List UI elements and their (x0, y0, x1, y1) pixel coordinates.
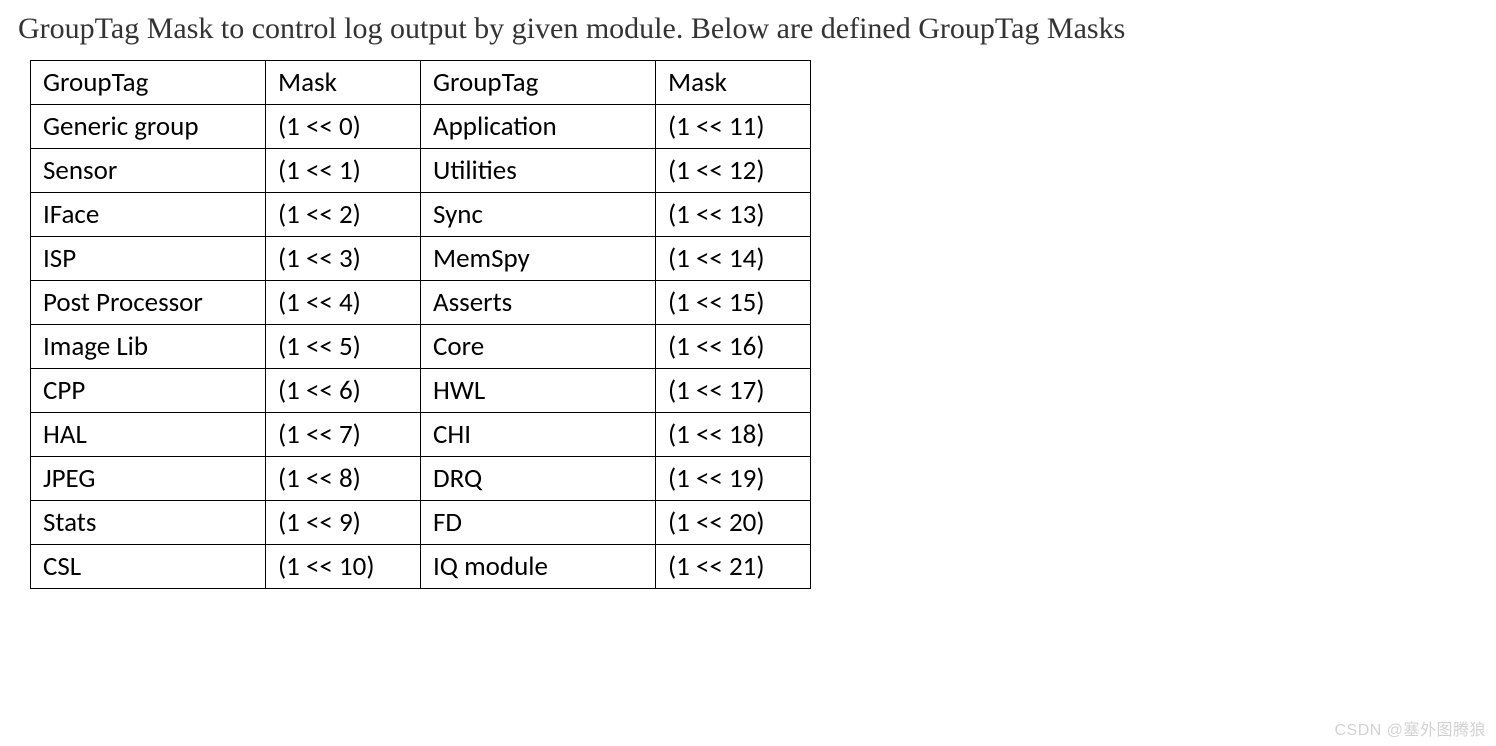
cell-grouptag: CSL (31, 545, 266, 589)
cell-grouptag: Asserts (421, 281, 656, 325)
table-row: CPP (1 << 6) HWL (1 << 17) (31, 369, 811, 413)
cell-grouptag: Generic group (31, 105, 266, 149)
cell-mask: (1 << 18) (656, 413, 811, 457)
table-header-row: GroupTag Mask GroupTag Mask (31, 61, 811, 105)
cell-mask: (1 << 16) (656, 325, 811, 369)
header-cell: Mask (266, 61, 421, 105)
cell-grouptag: Post Processor (31, 281, 266, 325)
cell-mask: (1 << 20) (656, 501, 811, 545)
cell-mask: (1 << 13) (656, 193, 811, 237)
cell-mask: (1 << 6) (266, 369, 421, 413)
cell-grouptag: Stats (31, 501, 266, 545)
cell-mask: (1 << 19) (656, 457, 811, 501)
cell-mask: (1 << 10) (266, 545, 421, 589)
cell-grouptag: CPP (31, 369, 266, 413)
cell-grouptag: MemSpy (421, 237, 656, 281)
cell-grouptag: IQ module (421, 545, 656, 589)
table-row: Generic group (1 << 0) Application (1 <<… (31, 105, 811, 149)
cell-mask: (1 << 12) (656, 149, 811, 193)
table-row: Post Processor (1 << 4) Asserts (1 << 15… (31, 281, 811, 325)
table-row: CSL (1 << 10) IQ module (1 << 21) (31, 545, 811, 589)
cell-mask: (1 << 8) (266, 457, 421, 501)
cell-mask: (1 << 15) (656, 281, 811, 325)
cell-mask: (1 << 14) (656, 237, 811, 281)
cell-mask: (1 << 9) (266, 501, 421, 545)
cell-mask: (1 << 1) (266, 149, 421, 193)
cell-mask: (1 << 17) (656, 369, 811, 413)
table-row: Image Lib (1 << 5) Core (1 << 16) (31, 325, 811, 369)
table-row: ISP (1 << 3) MemSpy (1 << 14) (31, 237, 811, 281)
table-row: JPEG (1 << 8) DRQ (1 << 19) (31, 457, 811, 501)
table-row: Sensor (1 << 1) Utilities (1 << 12) (31, 149, 811, 193)
watermark-text: CSDN @塞外图腾狼 (1334, 716, 1486, 740)
header-cell: GroupTag (31, 61, 266, 105)
cell-mask: (1 << 5) (266, 325, 421, 369)
cell-grouptag: Sensor (31, 149, 266, 193)
cell-grouptag: ISP (31, 237, 266, 281)
cell-grouptag: Core (421, 325, 656, 369)
cell-mask: (1 << 7) (266, 413, 421, 457)
cell-mask: (1 << 2) (266, 193, 421, 237)
cell-mask: (1 << 4) (266, 281, 421, 325)
intro-text: GroupTag Mask to control log output by g… (18, 12, 1478, 46)
cell-mask: (1 << 21) (656, 545, 811, 589)
cell-grouptag: Utilities (421, 149, 656, 193)
table-row: IFace (1 << 2) Sync (1 << 13) (31, 193, 811, 237)
header-cell: Mask (656, 61, 811, 105)
cell-grouptag: DRQ (421, 457, 656, 501)
cell-grouptag: Sync (421, 193, 656, 237)
cell-mask: (1 << 11) (656, 105, 811, 149)
cell-grouptag: JPEG (31, 457, 266, 501)
cell-grouptag: Image Lib (31, 325, 266, 369)
cell-grouptag: IFace (31, 193, 266, 237)
cell-mask: (1 << 0) (266, 105, 421, 149)
cell-grouptag: Application (421, 105, 656, 149)
cell-grouptag: CHI (421, 413, 656, 457)
cell-grouptag: FD (421, 501, 656, 545)
cell-grouptag: HAL (31, 413, 266, 457)
table-row: Stats (1 << 9) FD (1 << 20) (31, 501, 811, 545)
table-row: HAL (1 << 7) CHI (1 << 18) (31, 413, 811, 457)
header-cell: GroupTag (421, 61, 656, 105)
grouptag-mask-table: GroupTag Mask GroupTag Mask Generic grou… (30, 60, 811, 589)
cell-mask: (1 << 3) (266, 237, 421, 281)
cell-grouptag: HWL (421, 369, 656, 413)
